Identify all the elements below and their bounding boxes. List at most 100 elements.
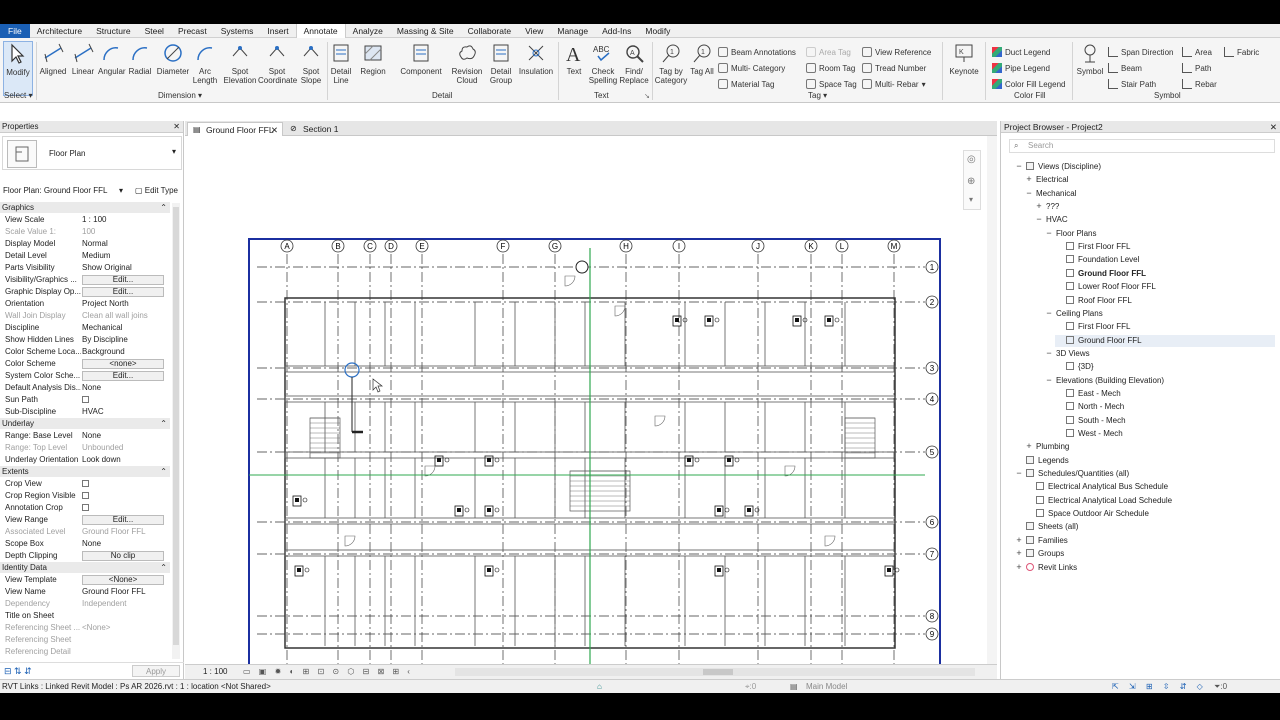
tree-item-elevations-building-elevation[interactable]: − Elevations (Building Elevation) — [1045, 375, 1275, 387]
tab-manage[interactable]: Manage — [550, 24, 595, 38]
tab-analyze[interactable]: Analyze — [346, 24, 390, 38]
tree-item-legends[interactable]: Legends — [1015, 455, 1275, 467]
collapse-icon[interactable]: − — [1015, 162, 1023, 171]
symbol-button[interactable]: Symbol — [1074, 41, 1106, 76]
area-tag-button[interactable]: Area Tag — [806, 46, 851, 58]
select-panel-label[interactable]: Select ▾ — [4, 91, 32, 100]
multi-rebar-button[interactable]: Multi- Rebar ▾ — [862, 78, 926, 90]
tree-item-first-floor-ffl[interactable]: First Floor FFL — [1055, 321, 1275, 333]
tree-item-plumbing[interactable]: + Plumbing — [1025, 441, 1275, 453]
duct-legend-button[interactable]: Duct Legend — [992, 46, 1050, 58]
tree-item-south-mech[interactable]: South - Mech — [1055, 415, 1275, 427]
collapse-icon[interactable]: − — [1045, 348, 1053, 357]
properties-scrollbar[interactable] — [172, 203, 180, 659]
tree-item-groups[interactable]: + Groups — [1015, 548, 1275, 560]
browser-search-input[interactable]: ⌕ Search — [1009, 139, 1275, 153]
model-selector[interactable]: Main Model — [806, 680, 961, 694]
revision-cloud-button[interactable]: Revision Cloud — [450, 41, 484, 85]
workset-icon[interactable]: ⌂ — [597, 680, 602, 694]
tree-item-hvac[interactable]: − HVAC — [1035, 214, 1275, 226]
tag-by-category-button[interactable]: 1 Tag by Category — [654, 41, 688, 85]
type-selector[interactable]: Floor Plan ▾ — [2, 136, 182, 170]
multi-category-button[interactable]: Multi- Category — [718, 62, 785, 74]
apply-button[interactable]: Apply — [132, 665, 180, 677]
design-option-icon[interactable]: ▤ — [790, 680, 798, 694]
stair-path-button[interactable]: Stair Path — [1108, 78, 1156, 90]
aligned-button[interactable]: Aligned — [38, 41, 68, 76]
span-direction-button[interactable]: Span Direction — [1108, 46, 1173, 58]
close-icon[interactable]: ✕ — [271, 123, 278, 137]
property-edit-button[interactable]: No clip — [82, 551, 164, 561]
property-edit-button[interactable]: <None> — [82, 575, 164, 585]
diameter-button[interactable]: Diameter — [156, 41, 190, 76]
tab-insert[interactable]: Insert — [260, 24, 295, 38]
collapse-icon[interactable]: − — [1045, 375, 1053, 384]
tree-item-foundation-level[interactable]: Foundation Level — [1055, 254, 1275, 266]
properties-help-icon[interactable]: ⊟ ⇅ ⇵ — [4, 666, 32, 677]
tree-item-first-floor-ffl[interactable]: First Floor FFL — [1055, 241, 1275, 253]
expand-icon[interactable]: + — [1015, 562, 1023, 571]
collapse-icon[interactable]: − — [1045, 308, 1053, 317]
tag-panel-label[interactable]: Tag ▾ — [808, 91, 827, 100]
collapse-icon[interactable]: − — [1035, 215, 1043, 224]
section-extents[interactable]: Extents ⌃ — [0, 466, 170, 477]
color-fill-legend-button[interactable]: Color Fill Legend — [992, 78, 1065, 90]
tree-item-views-discipline[interactable]: − Views (Discipline) — [1015, 161, 1275, 173]
tab-architecture[interactable]: Architecture — [30, 24, 89, 38]
property-edit-button[interactable]: Edit... — [82, 275, 164, 285]
close-icon[interactable]: ✕ — [173, 121, 180, 133]
steering-wheel-icon[interactable]: ◎ — [967, 154, 976, 165]
spot-slope-button[interactable]: Spot Slope — [297, 41, 325, 85]
tab-steel[interactable]: Steel — [138, 24, 171, 38]
tree-item-lower-roof-floor-ffl[interactable]: Lower Roof Floor FFL — [1055, 281, 1275, 293]
tread-number-button[interactable]: Tread Number — [862, 62, 926, 74]
tree-item-ground-floor-ffl[interactable]: Ground Floor FFL — [1055, 268, 1275, 280]
tree-item-ceiling-plans[interactable]: − Ceiling Plans — [1045, 308, 1275, 320]
expand-icon[interactable]: + — [1025, 175, 1033, 184]
property-edit-button[interactable]: Edit... — [82, 287, 164, 297]
tab-section-1[interactable]: ⊘ Section 1 — [285, 122, 365, 136]
tree-item-electrical-analytical-load-schedule[interactable]: Electrical Analytical Load Schedule — [1025, 495, 1275, 507]
chevron-down-icon[interactable]: ▾ — [969, 195, 973, 204]
floor-plan-drawing[interactable]: A B C D E F G H I J K L M 1 2 3 4 5 6 7 8 9 — [185, 136, 997, 670]
zoom-icon[interactable]: ⊕ — [967, 176, 975, 187]
expand-icon[interactable]: + — [1025, 442, 1033, 451]
section-underlay[interactable]: Underlay ⌃ — [0, 418, 170, 429]
tree-item-ground-floor-ffl[interactable]: Ground Floor FFL — [1055, 334, 1275, 347]
section-identity[interactable]: Identity Data ⌃ — [0, 562, 170, 573]
area-button[interactable]: Area — [1182, 46, 1212, 58]
property-edit-button[interactable]: Edit... — [82, 371, 164, 381]
instance-selector[interactable]: Floor Plan: Ground Floor FFL — [3, 184, 107, 197]
angular-button[interactable]: Angular — [98, 41, 126, 76]
dimension-panel-label[interactable]: Dimension ▾ — [158, 91, 202, 100]
insulation-button[interactable]: Insulation — [517, 41, 555, 76]
find-replace-button[interactable]: A Find/ Replace — [618, 41, 650, 85]
tree-item-floor-plans[interactable]: − Floor Plans — [1045, 228, 1275, 240]
navigation-bar[interactable]: ◎ ⊕ ▾ — [963, 150, 981, 210]
check-spelling-button[interactable]: ABC Check Spelling — [588, 41, 618, 85]
fabric-button[interactable]: Fabric — [1224, 46, 1259, 58]
rebar-button[interactable]: Rebar — [1182, 78, 1217, 90]
dialog-launcher-icon[interactable]: ↘ — [644, 92, 650, 100]
selection-filter-icons[interactable]: ⇱ ⇲ ⊞ ⇳ ⇵ ◇ — [1112, 680, 1207, 694]
expand-icon[interactable]: + — [1015, 535, 1023, 544]
tab-annotate[interactable]: Annotate — [295, 23, 346, 38]
tree-item-west-mech[interactable]: West - Mech — [1055, 428, 1275, 440]
tree-item-sheets-all[interactable]: Sheets (all) — [1015, 521, 1275, 533]
tree-item-schedules-quantities-all[interactable]: − Schedules/Quantities (all) — [1015, 468, 1275, 480]
tab-ground-floor-ffl[interactable]: ▤ Ground Floor FFL ✕ — [187, 122, 283, 136]
tree-item-electrical-analytical-bus-schedule[interactable]: Electrical Analytical Bus Schedule — [1025, 481, 1275, 493]
tag-all-button[interactable]: 1 Tag All — [690, 41, 714, 76]
radial-button[interactable]: Radial — [124, 41, 156, 76]
collapse-icon[interactable]: − — [1025, 188, 1033, 197]
tree-item-[interactable]: +??? — [1035, 201, 1275, 213]
beam-annotations-button[interactable]: Beam Annotations — [718, 46, 796, 58]
tree-item-revit-links[interactable]: + Revit Links — [1015, 562, 1275, 574]
keynote-button[interactable]: K Keynote — [946, 41, 982, 76]
property-edit-button[interactable]: Edit... — [82, 515, 164, 525]
view-reference-button[interactable]: View Reference — [862, 46, 931, 58]
tree-item-east-mech[interactable]: East - Mech — [1055, 388, 1275, 400]
close-icon[interactable]: ✕ — [1270, 121, 1277, 133]
region-button[interactable]: Region — [358, 41, 388, 76]
horizontal-scrollbar[interactable] — [455, 668, 975, 676]
